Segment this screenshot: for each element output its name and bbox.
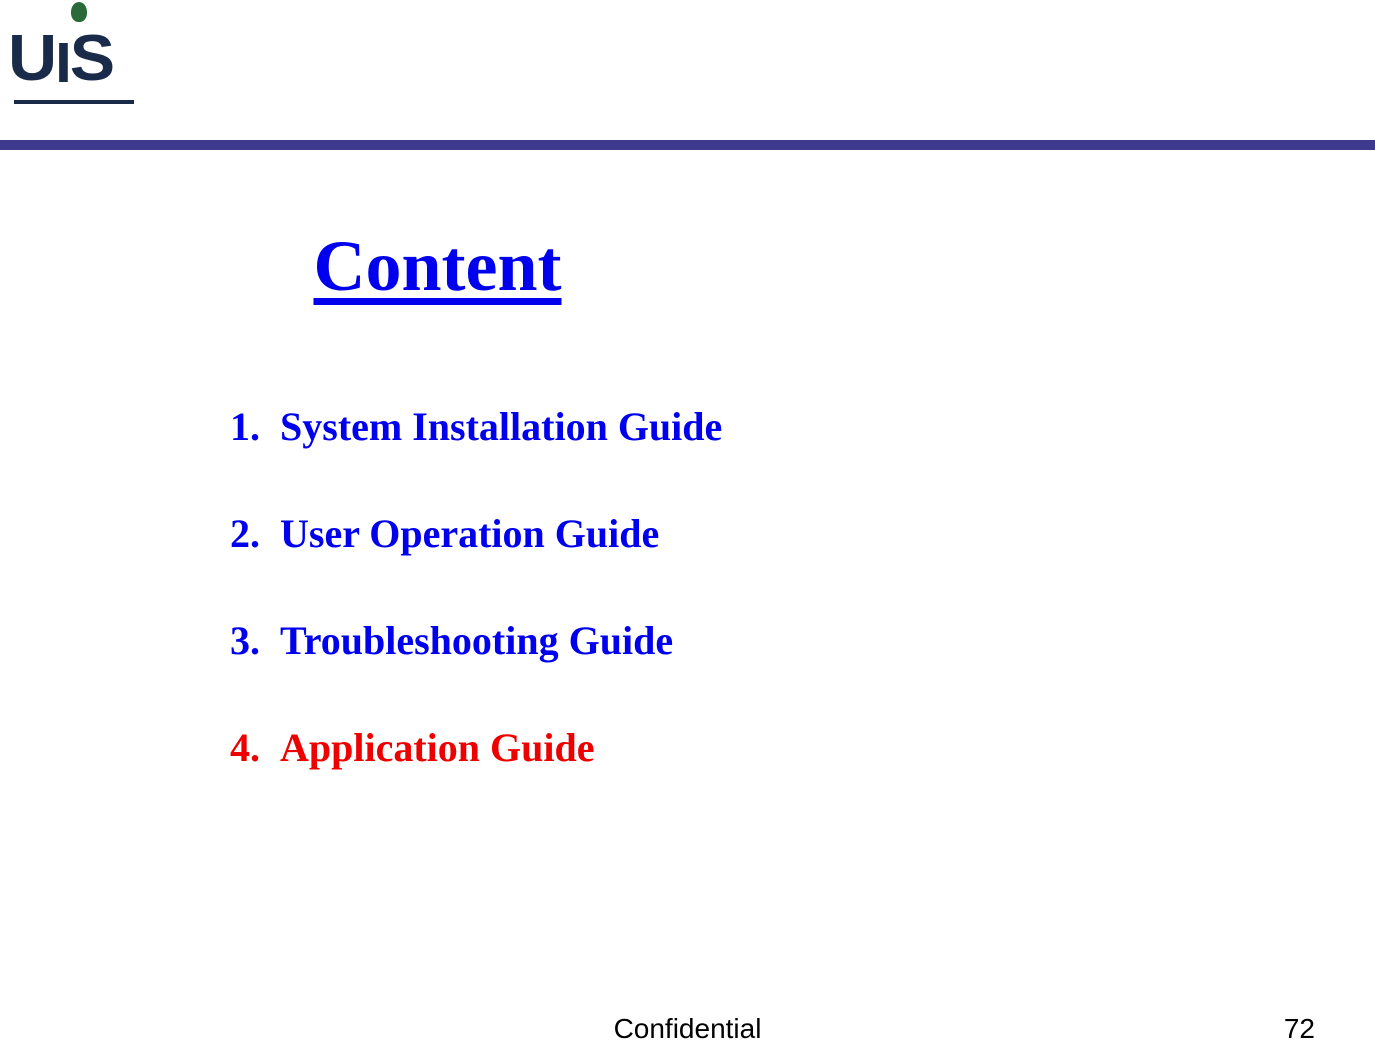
logo-underline: [14, 100, 134, 104]
logo-letter-i: I: [55, 38, 68, 86]
list-item: 3. Troubleshooting Guide: [230, 617, 1375, 664]
footer-confidential: Confidential: [614, 1013, 762, 1045]
logo-letter-s: S: [70, 31, 111, 86]
logo-letter-u: U: [8, 31, 53, 86]
list-label: System Installation Guide: [280, 403, 722, 450]
list-number: 4.: [230, 724, 280, 771]
logo-dot-icon: [71, 2, 87, 22]
list-label: Troubleshooting Guide: [280, 617, 673, 664]
list-item: 2. User Operation Guide: [230, 510, 1375, 557]
list-item: 1. System Installation Guide: [230, 403, 1375, 450]
slide-header: U I S: [0, 0, 1375, 155]
list-number: 3.: [230, 617, 280, 664]
list-number: 1.: [230, 403, 280, 450]
list-item: 4. Application Guide: [230, 724, 1375, 771]
list-label: Application Guide: [280, 724, 595, 771]
list-number: 2.: [230, 510, 280, 557]
list-label: User Operation Guide: [280, 510, 659, 557]
header-divider: [0, 140, 1375, 150]
slide-body: Content 1. System Installation Guide 2. …: [0, 155, 1375, 771]
logo-letters: U I S: [8, 30, 111, 88]
content-title: Content: [0, 225, 1375, 308]
footer-page-number: 72: [1284, 1013, 1315, 1045]
content-list: 1. System Installation Guide 2. User Ope…: [230, 403, 1375, 771]
